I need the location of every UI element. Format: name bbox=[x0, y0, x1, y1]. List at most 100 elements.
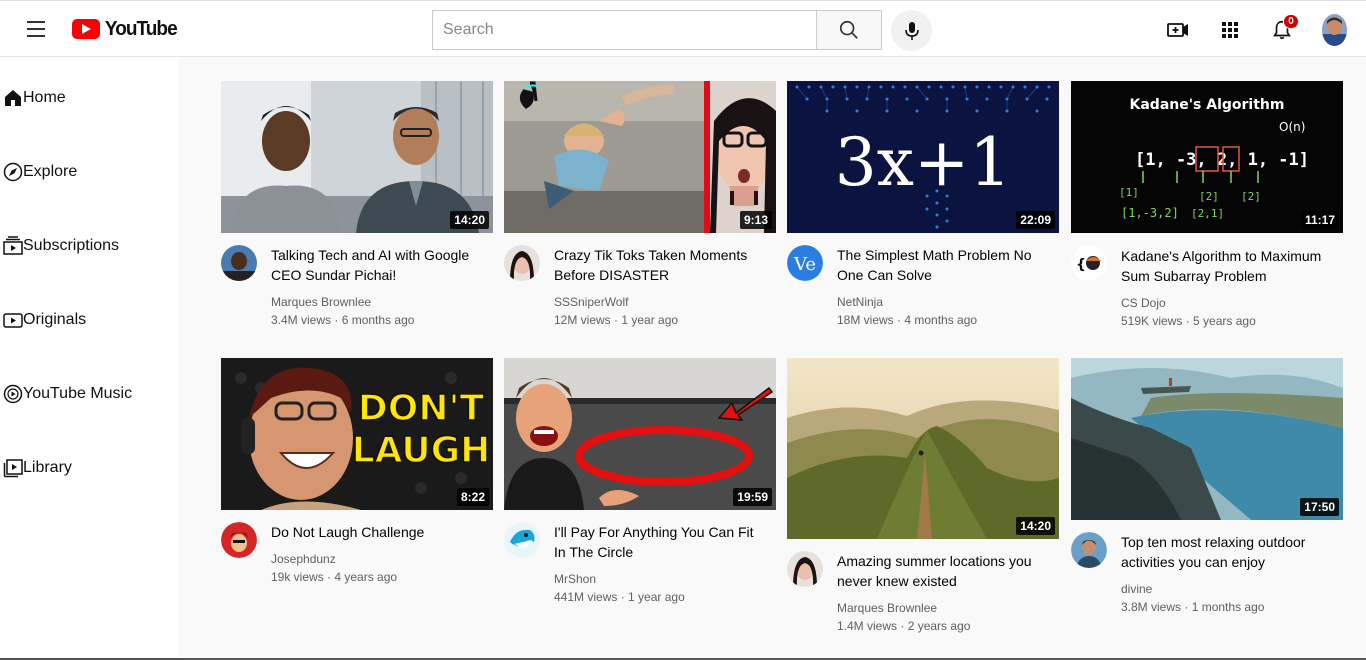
view-count: 3.8M views bbox=[1121, 600, 1182, 614]
thumbnail-text: 3x+1 bbox=[835, 124, 1012, 201]
video-duration: 19:59 bbox=[733, 488, 772, 506]
video-thumbnail[interactable]: 9:13 bbox=[504, 81, 776, 233]
channel-avatar[interactable] bbox=[221, 522, 257, 558]
upload-age: 4 years ago bbox=[334, 570, 398, 584]
channel-avatar[interactable]: { bbox=[1071, 245, 1107, 281]
apps-grid-icon bbox=[1222, 22, 1238, 38]
upload-age: 1 year ago bbox=[621, 313, 679, 327]
svg-text:[1,-3,2]: [1,-3,2] bbox=[1121, 206, 1179, 220]
video-meta: 441M views · 1 year ago bbox=[554, 590, 685, 604]
sidebar-item-label: YouTube Music bbox=[23, 385, 133, 402]
channel-name[interactable]: Marques Brownlee bbox=[837, 601, 937, 615]
video-duration: 11:17 bbox=[1300, 211, 1339, 229]
compass-icon bbox=[3, 162, 23, 182]
video-duration: 22:09 bbox=[1016, 211, 1055, 229]
thumbnail-text: LAUGH bbox=[352, 430, 491, 471]
thumbnail-text: DON'T bbox=[358, 388, 485, 429]
video-thumbnail[interactable]: 17:50 bbox=[1071, 358, 1343, 520]
sidebar-item-label: Subscriptions bbox=[23, 237, 120, 254]
youtube-logo[interactable]: YouTube bbox=[72, 18, 179, 40]
video-title[interactable]: The Simplest Math Problem No One Can Sol… bbox=[837, 245, 1051, 285]
svg-text:O(n): O(n) bbox=[1279, 120, 1305, 134]
video-duration: 9:13 bbox=[739, 211, 772, 229]
video-duration: 17:50 bbox=[1300, 498, 1339, 516]
create-video-button[interactable] bbox=[1166, 18, 1190, 42]
video-title[interactable]: Talking Tech and AI with Google CEO Sund… bbox=[271, 245, 485, 285]
menu-icon[interactable] bbox=[27, 21, 45, 37]
video-thumbnail[interactable]: Kadane's Algorithm O(n) [1, -3, 2, 1, -1… bbox=[1071, 81, 1343, 233]
microphone-icon bbox=[904, 21, 919, 40]
music-icon bbox=[3, 384, 23, 404]
video-meta: 12M views · 1 year ago bbox=[554, 313, 679, 327]
channel-avatar[interactable] bbox=[504, 245, 540, 281]
svg-text:[2,1]: [2,1] bbox=[1191, 207, 1224, 220]
search-button[interactable] bbox=[816, 10, 882, 50]
video-duration: 14:20 bbox=[450, 211, 489, 229]
sidebar-item-youtube-music[interactable]: YouTube Music bbox=[3, 381, 132, 407]
sidebar-item-home[interactable]: Home bbox=[3, 85, 66, 111]
sidebar-item-subscriptions[interactable]: Subscriptions bbox=[3, 233, 119, 259]
sidebar-item-label: Originals bbox=[23, 311, 87, 328]
video-thumbnail[interactable]: 19:59 bbox=[504, 358, 776, 510]
notification-count-badge: 0 bbox=[1283, 14, 1299, 29]
video-thumbnail[interactable]: 3x+1 22:09 bbox=[787, 81, 1059, 233]
view-count: 519K views bbox=[1121, 314, 1183, 328]
channel-name[interactable]: SSSniperWolf bbox=[554, 295, 628, 309]
view-count: 19k views bbox=[271, 570, 324, 584]
channel-avatar[interactable] bbox=[221, 245, 257, 281]
video-meta: 3.4M views · 6 months ago bbox=[271, 313, 415, 327]
upload-age: 2 years ago bbox=[907, 619, 971, 633]
voice-search-button[interactable] bbox=[891, 10, 932, 51]
search-box[interactable] bbox=[432, 10, 817, 50]
video-meta: 18M views · 4 months ago bbox=[837, 313, 978, 327]
channel-name[interactable]: Josephdunz bbox=[271, 552, 336, 566]
video-title[interactable]: Kadane's Algorithm to Maximum Sum Subarr… bbox=[1121, 246, 1335, 286]
sidebar-item-originals[interactable]: Originals bbox=[3, 307, 86, 333]
video-duration: 14:20 bbox=[1016, 517, 1055, 535]
home-icon bbox=[3, 88, 23, 108]
video-meta: 19k views · 4 years ago bbox=[271, 570, 398, 584]
view-count: 1.4M views bbox=[837, 619, 898, 633]
video-title[interactable]: Crazy Tik Toks Taken Moments Before DISA… bbox=[554, 245, 768, 285]
video-title[interactable]: Top ten most relaxing outdoor activities… bbox=[1121, 532, 1335, 572]
channel-avatar[interactable] bbox=[504, 522, 540, 558]
user-avatar[interactable] bbox=[1322, 14, 1347, 46]
video-title[interactable]: I'll Pay For Anything You Can Fit In The… bbox=[554, 522, 768, 562]
svg-text:[1, -3, 2, 1, -1]: [1, -3, 2, 1, -1] bbox=[1135, 150, 1309, 170]
channel-name[interactable]: MrShon bbox=[554, 572, 596, 586]
upload-age: 1 year ago bbox=[628, 590, 685, 604]
channel-avatar[interactable]: Ve bbox=[787, 245, 823, 281]
channel-avatar[interactable] bbox=[1071, 532, 1107, 568]
video-meta: 519K views · 5 years ago bbox=[1121, 314, 1256, 328]
svg-text:Ve: Ve bbox=[793, 254, 816, 275]
apps-button[interactable] bbox=[1218, 18, 1242, 42]
sidebar-item-label: Home bbox=[23, 89, 66, 106]
view-count: 12M views bbox=[554, 313, 611, 327]
channel-name[interactable]: NetNinja bbox=[837, 295, 883, 309]
video-meta: 1.4M views · 2 years ago bbox=[837, 619, 971, 633]
originals-icon bbox=[3, 310, 23, 330]
video-thumbnail[interactable]: DON'T LAUGH 8:22 bbox=[221, 358, 493, 510]
sidebar-item-library[interactable]: Library bbox=[3, 455, 72, 481]
play-logo-icon bbox=[72, 19, 100, 39]
channel-name[interactable]: CS Dojo bbox=[1121, 296, 1166, 310]
channel-name[interactable]: Marques Brownlee bbox=[271, 295, 371, 309]
sidebar-item-label: Library bbox=[23, 459, 72, 476]
upload-age: 5 years ago bbox=[1193, 314, 1256, 328]
logo-text: YouTube bbox=[104, 17, 178, 40]
video-title[interactable]: Amazing summer locations you never knew … bbox=[837, 551, 1051, 591]
search-input[interactable] bbox=[433, 11, 816, 49]
view-count: 441M views bbox=[554, 590, 618, 604]
video-thumbnail[interactable]: 14:20 bbox=[221, 81, 493, 233]
upload-age: 1 months ago bbox=[1191, 600, 1265, 614]
channel-name[interactable]: divine bbox=[1121, 582, 1152, 596]
upload-age: 4 months ago bbox=[904, 313, 978, 327]
video-title[interactable]: Do Not Laugh Challenge bbox=[271, 522, 485, 542]
thumbnail-text: Kadane's Algorithm bbox=[1130, 97, 1285, 113]
sidebar-item-explore[interactable]: Explore bbox=[3, 159, 77, 185]
sidebar-item-label: Explore bbox=[23, 163, 78, 180]
create-video-icon bbox=[1167, 23, 1188, 37]
svg-text:[1]: [1] bbox=[1119, 186, 1139, 199]
video-thumbnail[interactable]: 14:20 bbox=[787, 358, 1059, 539]
channel-avatar[interactable] bbox=[787, 551, 823, 587]
